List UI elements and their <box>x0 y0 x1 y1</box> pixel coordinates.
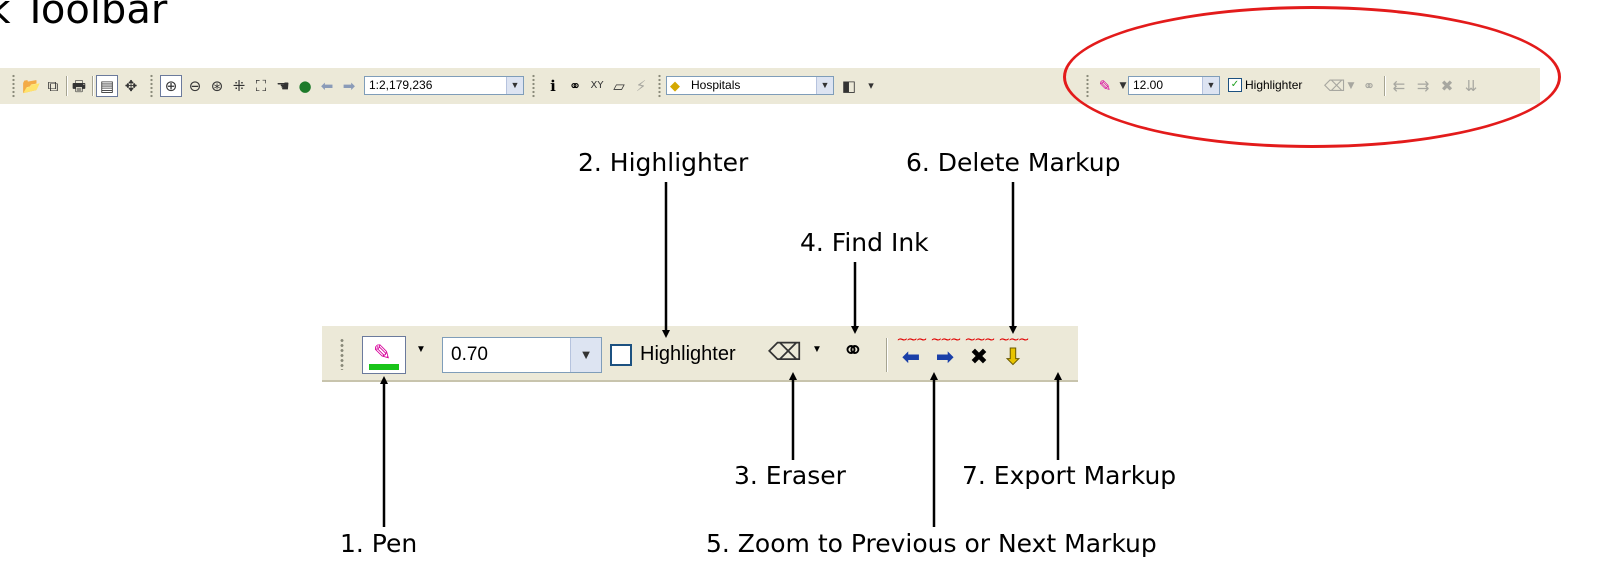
callout-arrows <box>380 182 1062 527</box>
